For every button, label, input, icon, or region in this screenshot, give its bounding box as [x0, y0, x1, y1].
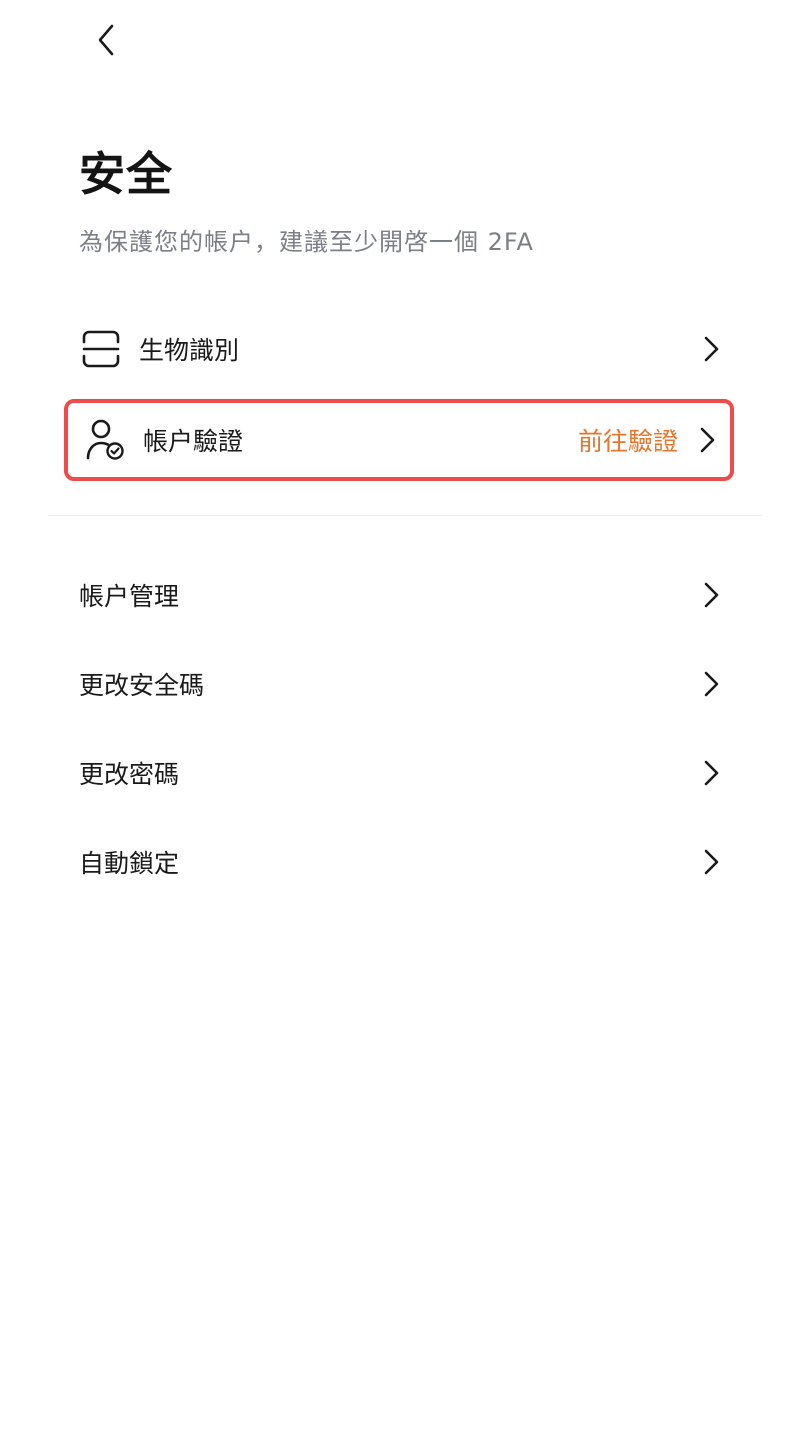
- auto-lock-row[interactable]: 自動鎖定: [64, 821, 734, 903]
- list-item-label: 自動鎖定: [79, 849, 180, 878]
- security-page: 安全 為保護您的帳户，建議至少開啓一個 2FA 生物識別 帳户驗證 前往驗證 帳…: [0, 0, 810, 1440]
- go-verify-link[interactable]: 前往驗證: [578, 422, 678, 458]
- user-check-icon: [83, 418, 127, 462]
- list-item-label: 更改密碼: [79, 760, 180, 789]
- account-management-row[interactable]: 帳户管理: [64, 554, 734, 636]
- page-subtitle: 為保護您的帳户，建議至少開啓一個 2FA: [79, 228, 534, 256]
- face-scan-icon: [79, 327, 123, 371]
- biometrics-label: 生物識別: [139, 336, 240, 365]
- change-security-code-row[interactable]: 更改安全碼: [64, 643, 734, 725]
- chevron-right-icon: [700, 847, 722, 877]
- back-button[interactable]: [82, 14, 130, 66]
- chevron-right-icon: [700, 669, 722, 699]
- section-divider: [48, 515, 762, 516]
- account-verification-row[interactable]: 帳户驗證 前往驗證: [64, 399, 734, 481]
- chevron-left-icon: [98, 24, 114, 56]
- chevron-right-icon: [700, 580, 722, 610]
- page-title: 安全: [79, 147, 173, 201]
- list-item-label: 更改安全碼: [79, 671, 205, 700]
- biometrics-row[interactable]: 生物識別: [64, 308, 734, 390]
- list-item-label: 帳户管理: [79, 582, 180, 611]
- change-password-row[interactable]: 更改密碼: [64, 732, 734, 814]
- chevron-right-icon: [696, 425, 718, 455]
- chevron-right-icon: [700, 758, 722, 788]
- chevron-right-icon: [700, 334, 722, 364]
- account-verification-label: 帳户驗證: [143, 427, 244, 456]
